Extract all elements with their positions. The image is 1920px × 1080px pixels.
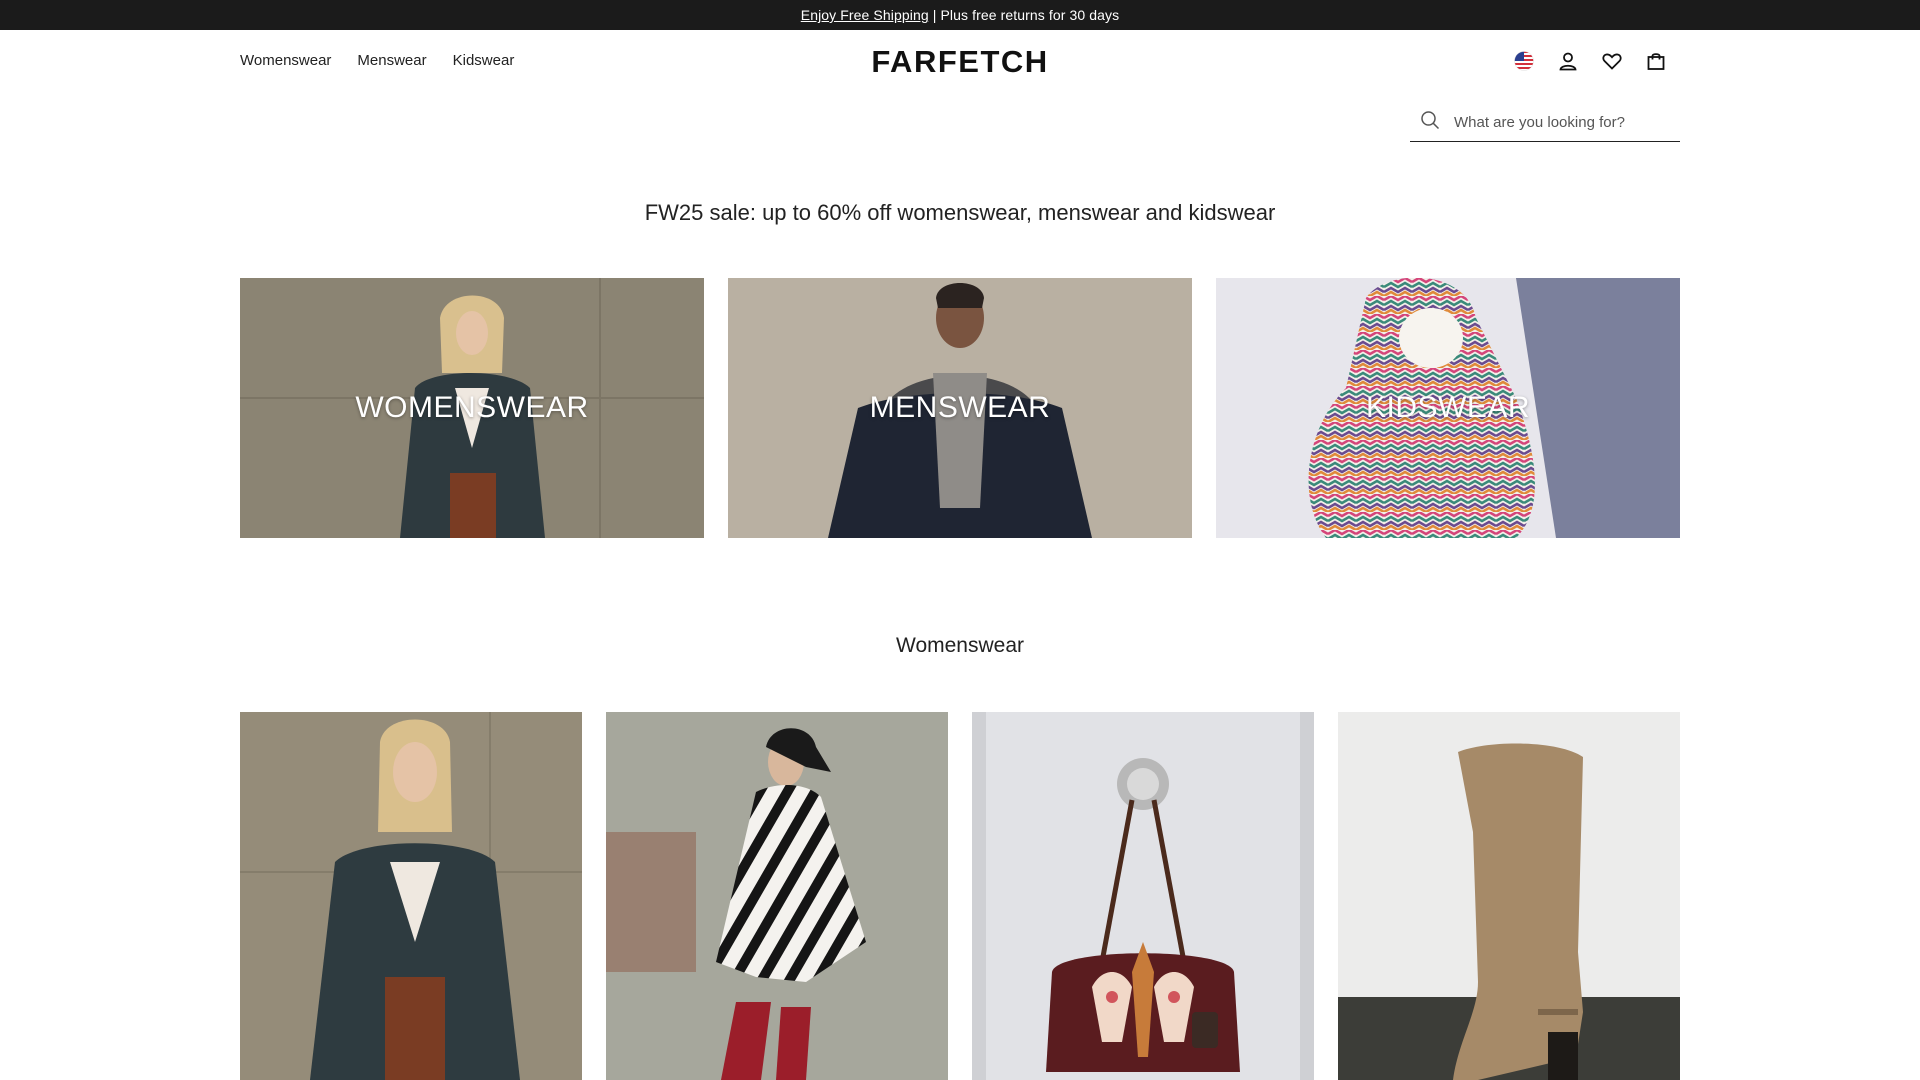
category-label-womenswear: WOMENSWEAR bbox=[355, 391, 589, 424]
womenswear-card-suede-boot[interactable] bbox=[1338, 712, 1680, 1080]
section-title-womenswear: Womenswear bbox=[896, 634, 1024, 657]
account-icon[interactable] bbox=[1557, 50, 1579, 72]
search-icon[interactable] bbox=[1420, 110, 1440, 135]
category-tile-womenswear[interactable]: WOMENSWEAR bbox=[240, 278, 704, 538]
primary-nav: Womenswear Menswear Kidswear bbox=[240, 52, 514, 69]
handbag-image bbox=[972, 712, 1314, 1080]
category-tile-kidswear[interactable]: KIDSWEAR bbox=[1216, 278, 1680, 538]
womenswear-card-handbag[interactable] bbox=[972, 712, 1314, 1080]
us-flag-icon[interactable] bbox=[1513, 50, 1535, 72]
nav-item-menswear[interactable]: Menswear bbox=[357, 52, 426, 69]
sale-headline: FW25 sale: up to 60% off womenswear, men… bbox=[644, 200, 1276, 225]
category-tile-menswear[interactable]: MENSWEAR bbox=[728, 278, 1192, 538]
announcement-text: | Plus free returns for 30 days bbox=[932, 7, 1120, 23]
category-tiles: WOMENSWEAR MENSWEAR KIDSWEAR bbox=[240, 278, 1680, 538]
womenswear-card-coat[interactable] bbox=[240, 712, 582, 1080]
search-input[interactable] bbox=[1452, 113, 1672, 132]
category-label-kidswear: KIDSWEAR bbox=[1365, 391, 1531, 424]
category-label-menswear: MENSWEAR bbox=[869, 391, 1051, 424]
womenswear-cards bbox=[240, 712, 1680, 1080]
wishlist-heart-icon[interactable] bbox=[1601, 50, 1623, 72]
nav-item-womenswear[interactable]: Womenswear bbox=[240, 52, 331, 69]
womenswear-card-striped-cape[interactable] bbox=[606, 712, 948, 1080]
header-icons bbox=[1513, 50, 1667, 72]
coat-image bbox=[240, 712, 582, 1080]
striped-cape-image bbox=[606, 712, 948, 1080]
announcement-bar: Enjoy Free Shipping | Plus free returns … bbox=[0, 0, 1920, 30]
nav-item-kidswear[interactable]: Kidswear bbox=[453, 52, 515, 69]
free-shipping-link[interactable]: Enjoy Free Shipping bbox=[801, 7, 929, 23]
suede-boot-image bbox=[1338, 712, 1680, 1080]
shopping-bag-icon[interactable] bbox=[1645, 50, 1667, 72]
search-bar bbox=[1410, 104, 1680, 142]
